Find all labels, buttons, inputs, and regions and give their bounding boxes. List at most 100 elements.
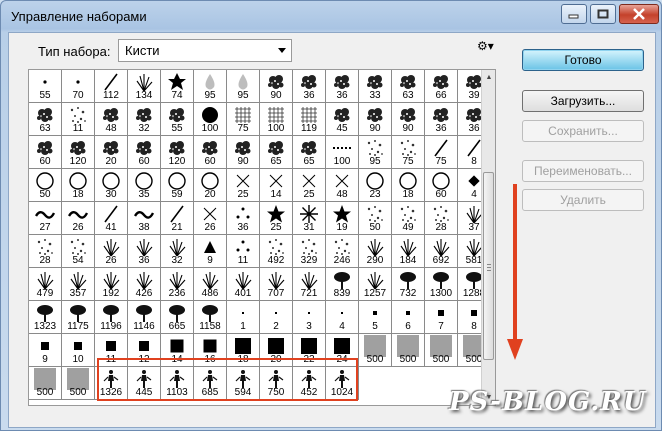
brush-thumbnail[interactable]: 8 bbox=[458, 301, 481, 334]
brush-thumbnail[interactable]: 32 bbox=[128, 103, 161, 136]
brush-thumbnail[interactable]: 60 bbox=[425, 169, 458, 202]
brush-thumbnail[interactable]: 30 bbox=[95, 169, 128, 202]
brush-thumbnail[interactable]: 685 bbox=[194, 367, 227, 400]
brush-thumbnail[interactable]: 426 bbox=[128, 268, 161, 301]
brush-thumbnail[interactable]: 1158 bbox=[194, 301, 227, 334]
brush-thumbnail[interactable]: 1326 bbox=[95, 367, 128, 400]
brush-thumbnail[interactable]: 63 bbox=[29, 103, 62, 136]
brush-thumbnail[interactable]: 95 bbox=[227, 70, 260, 103]
brush-thumbnail[interactable]: 100 bbox=[326, 136, 359, 169]
brush-thumbnail[interactable]: 594 bbox=[227, 367, 260, 400]
scroll-up-icon[interactable]: ▲ bbox=[482, 70, 496, 84]
brush-thumbnail[interactable]: 20 bbox=[194, 169, 227, 202]
brush-thumbnail[interactable]: 9 bbox=[194, 235, 227, 268]
brush-thumbnail[interactable]: 120 bbox=[62, 136, 95, 169]
brush-thumbnail[interactable]: 4 bbox=[458, 169, 481, 202]
brush-thumbnail[interactable]: 500 bbox=[392, 334, 425, 367]
brush-thumbnail[interactable]: 11 bbox=[62, 103, 95, 136]
brush-thumbnail[interactable]: 1257 bbox=[359, 268, 392, 301]
brush-thumbnail[interactable]: 23 bbox=[359, 169, 392, 202]
brush-thumbnail[interactable]: 36 bbox=[227, 202, 260, 235]
brush-thumbnail[interactable]: 39 bbox=[458, 70, 481, 103]
brush-thumbnail[interactable]: 75 bbox=[392, 136, 425, 169]
brush-thumbnail[interactable]: 54 bbox=[62, 235, 95, 268]
brush-thumbnail[interactable]: 25 bbox=[260, 202, 293, 235]
brush-thumbnail[interactable]: 1146 bbox=[128, 301, 161, 334]
brush-thumbnail[interactable]: 36 bbox=[425, 103, 458, 136]
brush-thumbnail[interactable]: 486 bbox=[194, 268, 227, 301]
brush-thumbnail[interactable]: 49 bbox=[392, 202, 425, 235]
brush-thumbnail[interactable]: 10 bbox=[62, 334, 95, 367]
brush-thumbnail[interactable]: 25 bbox=[227, 169, 260, 202]
brush-thumbnail[interactable]: 60 bbox=[194, 136, 227, 169]
brush-thumbnail[interactable]: 60 bbox=[29, 136, 62, 169]
brush-thumbnail[interactable]: 236 bbox=[161, 268, 194, 301]
brush-thumbnail[interactable]: 95 bbox=[194, 70, 227, 103]
brush-thumbnail[interactable]: 500 bbox=[29, 367, 62, 400]
brush-thumbnail[interactable]: 7 bbox=[425, 301, 458, 334]
close-button[interactable] bbox=[619, 4, 659, 24]
brush-thumbnail[interactable]: 36 bbox=[326, 70, 359, 103]
brush-thumbnail[interactable]: 20 bbox=[95, 136, 128, 169]
brush-thumbnail[interactable]: 119 bbox=[293, 103, 326, 136]
brush-thumbnail[interactable]: 100 bbox=[260, 103, 293, 136]
brush-thumbnail[interactable]: 12 bbox=[128, 334, 161, 367]
brush-thumbnail[interactable]: 26 bbox=[62, 202, 95, 235]
rename-button[interactable]: Переименовать... bbox=[522, 160, 644, 182]
brush-thumbnail[interactable]: 21 bbox=[161, 202, 194, 235]
maximize-button[interactable] bbox=[590, 4, 616, 24]
brush-thumbnail[interactable]: 1175 bbox=[62, 301, 95, 334]
brush-thumbnail[interactable]: 24 bbox=[326, 334, 359, 367]
brush-thumbnail[interactable]: 19 bbox=[326, 202, 359, 235]
brush-thumbnail[interactable]: 26 bbox=[194, 202, 227, 235]
scrollbar-thumb[interactable] bbox=[483, 172, 494, 360]
brush-thumbnail[interactable]: 6 bbox=[392, 301, 425, 334]
brush-thumbnail[interactable]: 401 bbox=[227, 268, 260, 301]
brush-thumbnail[interactable]: 750 bbox=[260, 367, 293, 400]
vertical-scrollbar[interactable]: ▲ ▼ bbox=[481, 70, 495, 405]
brush-thumbnail[interactable]: 500 bbox=[62, 367, 95, 400]
brush-thumbnail[interactable]: 70 bbox=[62, 70, 95, 103]
brush-thumbnail[interactable]: 74 bbox=[161, 70, 194, 103]
brush-thumbnail[interactable]: 90 bbox=[392, 103, 425, 136]
brush-thumbnail[interactable]: 479 bbox=[29, 268, 62, 301]
brush-thumbnail[interactable]: 665 bbox=[161, 301, 194, 334]
load-button[interactable]: Загрузить... bbox=[522, 90, 644, 112]
brush-thumbnail[interactable]: 112 bbox=[95, 70, 128, 103]
brush-thumbnail[interactable]: 692 bbox=[425, 235, 458, 268]
brush-thumbnail[interactable]: 55 bbox=[161, 103, 194, 136]
brush-thumbnail[interactable]: 18 bbox=[392, 169, 425, 202]
brush-thumbnail[interactable]: 452 bbox=[293, 367, 326, 400]
brush-thumbnail[interactable]: 290 bbox=[359, 235, 392, 268]
brush-thumbnail[interactable]: 11 bbox=[227, 235, 260, 268]
brush-thumbnail[interactable]: 75 bbox=[227, 103, 260, 136]
brush-thumbnail[interactable]: 90 bbox=[227, 136, 260, 169]
preset-type-dropdown[interactable]: Кисти bbox=[118, 39, 292, 62]
brush-thumbnail[interactable]: 60 bbox=[128, 136, 161, 169]
brush-thumbnail[interactable]: 90 bbox=[260, 70, 293, 103]
brush-thumbnail[interactable]: 5 bbox=[359, 301, 392, 334]
brush-thumbnail[interactable]: 14 bbox=[161, 334, 194, 367]
brush-thumbnail[interactable]: 100 bbox=[194, 103, 227, 136]
brush-thumbnail[interactable]: 120 bbox=[161, 136, 194, 169]
brush-thumbnail[interactable]: 90 bbox=[359, 103, 392, 136]
brush-thumbnail[interactable]: 66 bbox=[425, 70, 458, 103]
brush-thumbnail[interactable]: 500 bbox=[359, 334, 392, 367]
brush-thumbnail[interactable]: 445 bbox=[128, 367, 161, 400]
brush-thumbnail[interactable]: 581 bbox=[458, 235, 481, 268]
brush-thumbnail[interactable]: 41 bbox=[95, 202, 128, 235]
save-button[interactable]: Сохранить... bbox=[522, 120, 644, 142]
brush-thumbnail[interactable]: 184 bbox=[392, 235, 425, 268]
brush-thumbnail[interactable]: 31 bbox=[293, 202, 326, 235]
brush-thumbnail[interactable]: 65 bbox=[293, 136, 326, 169]
brush-thumbnail[interactable]: 14 bbox=[260, 169, 293, 202]
brush-thumbnail[interactable]: 32 bbox=[161, 235, 194, 268]
brush-thumbnail[interactable]: 11 bbox=[95, 334, 128, 367]
brush-thumbnail[interactable]: 36 bbox=[293, 70, 326, 103]
brush-thumbnail[interactable]: 134 bbox=[128, 70, 161, 103]
brush-thumbnail[interactable]: 65 bbox=[260, 136, 293, 169]
brush-thumbnail[interactable]: 25 bbox=[293, 169, 326, 202]
brush-thumbnail[interactable]: 721 bbox=[293, 268, 326, 301]
brush-thumbnail[interactable]: 36 bbox=[128, 235, 161, 268]
brush-thumbnail[interactable]: 27 bbox=[29, 202, 62, 235]
